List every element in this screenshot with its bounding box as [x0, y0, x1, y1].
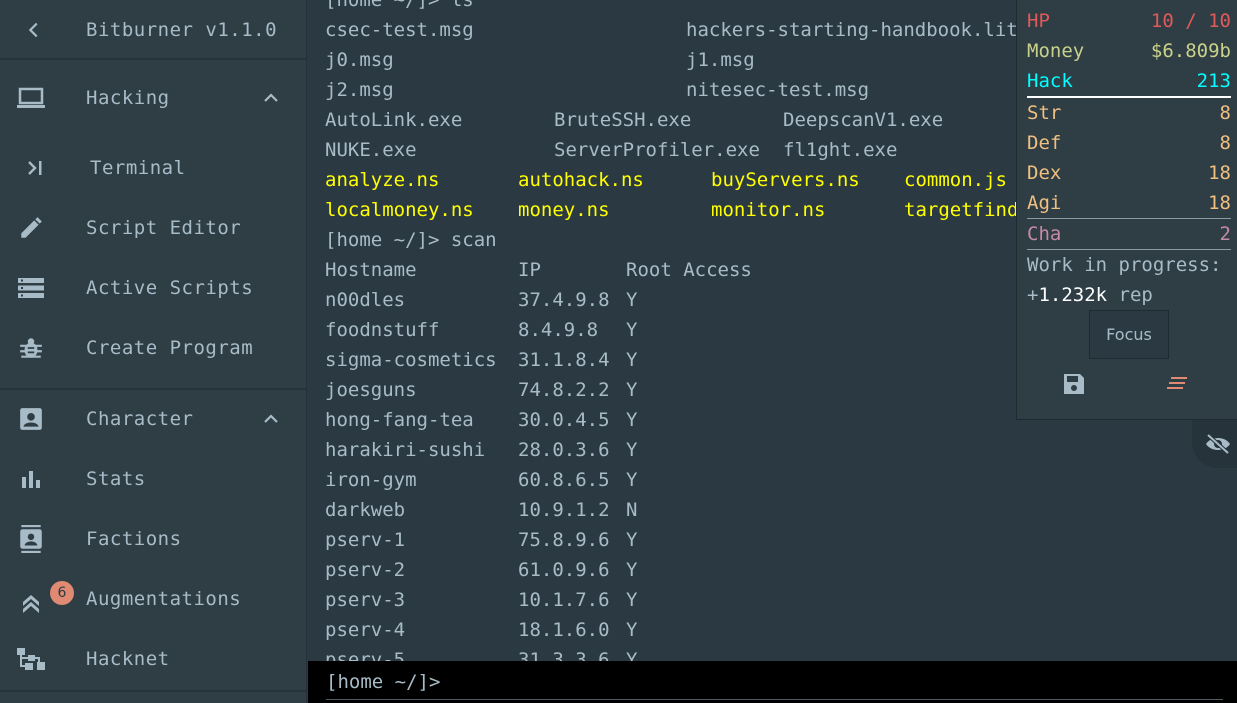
- cha-row: Cha 2: [1027, 223, 1231, 245]
- sidebar-group-hacking[interactable]: Hacking: [0, 68, 307, 128]
- terminal-line: AutoLink.exe BruteSSH.exe DeepscanV1.exe: [325, 109, 944, 131]
- double-chevron-up-icon: 6: [17, 581, 74, 615]
- sidebar-item-label: Stats: [86, 468, 146, 490]
- contacts-icon: [17, 525, 45, 553]
- character-overview: HP 10 / 10 Money $6.809b Hack 213 Str 8 Def 8…: [1016, 0, 1237, 420]
- input-underline: [326, 699, 1223, 700]
- str-row: Str 8: [1027, 102, 1231, 124]
- work-reputation: +1.232k rep: [1027, 284, 1153, 306]
- terminal-line: j0.msg j1.msg: [325, 49, 755, 71]
- app-title: Bitburner v1.1.0: [86, 19, 278, 41]
- divider: [0, 690, 307, 692]
- sidebar-item-label: Terminal: [90, 157, 186, 179]
- divider: [0, 58, 307, 60]
- terminal-line: NUKE.exe ServerProfiler.exe fl1ght.exe: [325, 139, 898, 161]
- bar-chart-icon: [17, 465, 45, 493]
- sidebar-item-factions[interactable]: Factions: [0, 509, 307, 569]
- sidebar-group-label: Character: [86, 408, 194, 430]
- agi-row: Agi 18: [1027, 192, 1231, 214]
- sidebar-group-label: Hacking: [86, 87, 170, 109]
- collapse-icon[interactable]: [20, 16, 48, 44]
- sidebar-group-character[interactable]: Character: [0, 389, 307, 449]
- chevron-up-icon[interactable]: [261, 409, 281, 429]
- network-tree-icon: [17, 645, 45, 673]
- sidebar-item-create-program[interactable]: Create Program: [0, 318, 307, 378]
- sidebar-item-stats[interactable]: Stats: [0, 449, 307, 509]
- sidebar-item-active-scripts[interactable]: Active Scripts: [0, 258, 307, 318]
- sidebar-item-hacknet[interactable]: Hacknet: [0, 629, 307, 689]
- list-icon: [17, 274, 45, 302]
- pencil-icon: [17, 214, 45, 242]
- sidebar-header[interactable]: Bitburner v1.1.0: [0, 0, 307, 60]
- terminal-line: j2.msg nitesec-test.msg: [325, 79, 870, 101]
- bug-icon: [17, 334, 45, 362]
- hack-row: Hack 213: [1027, 70, 1231, 92]
- money-row: Money $6.809b: [1027, 40, 1231, 62]
- sidebar-item-terminal[interactable]: Terminal: [0, 138, 307, 198]
- save-icon[interactable]: [1062, 372, 1086, 396]
- def-row: Def 8: [1027, 132, 1231, 154]
- sidebar-item-label: Create Program: [86, 337, 254, 359]
- laptop-icon: [17, 84, 45, 112]
- notes-lines-icon[interactable]: [1165, 374, 1189, 394]
- terminal-line: localmoney.ns money.ns monitor.ns targetfin…: [325, 199, 1076, 221]
- sidebar-item-label: Active Scripts: [86, 277, 254, 299]
- sidebar-item-label: Script Editor: [86, 217, 242, 239]
- eye-off-icon: [1206, 433, 1230, 455]
- sidebar: Bitburner v1.1.0 Hacking Terminal Script…: [0, 0, 307, 703]
- sidebar-item-label: Augmentations: [86, 588, 242, 610]
- work-label: Work in progress:: [1027, 254, 1222, 276]
- chevron-up-icon[interactable]: [261, 88, 281, 108]
- sidebar-item-augmentations[interactable]: 6 Augmentations: [0, 569, 307, 629]
- person-card-icon: [17, 405, 45, 433]
- sidebar-item-script-editor[interactable]: Script Editor: [0, 198, 307, 258]
- input-prompt: [home ~/]>: [326, 671, 441, 693]
- dex-row: Dex 18: [1027, 162, 1231, 184]
- scan-header-row: Hostname IP Root Access: [325, 259, 752, 281]
- focus-button[interactable]: Focus: [1089, 310, 1169, 359]
- terminal-line: csec-test.msg hackers-starting-handbook.l…: [325, 19, 1018, 41]
- sidebar-item-label: Hacknet: [86, 648, 170, 670]
- terminal-icon: [22, 154, 50, 182]
- sidebar-item-label: Factions: [86, 528, 182, 550]
- hp-row: HP 10 / 10: [1027, 10, 1231, 32]
- terminal-line: analyze.ns autohack.ns buyServers.ns common…: [325, 169, 1007, 191]
- terminal-input[interactable]: [home ~/]>: [308, 661, 1237, 703]
- augmentations-badge: 6: [50, 581, 74, 605]
